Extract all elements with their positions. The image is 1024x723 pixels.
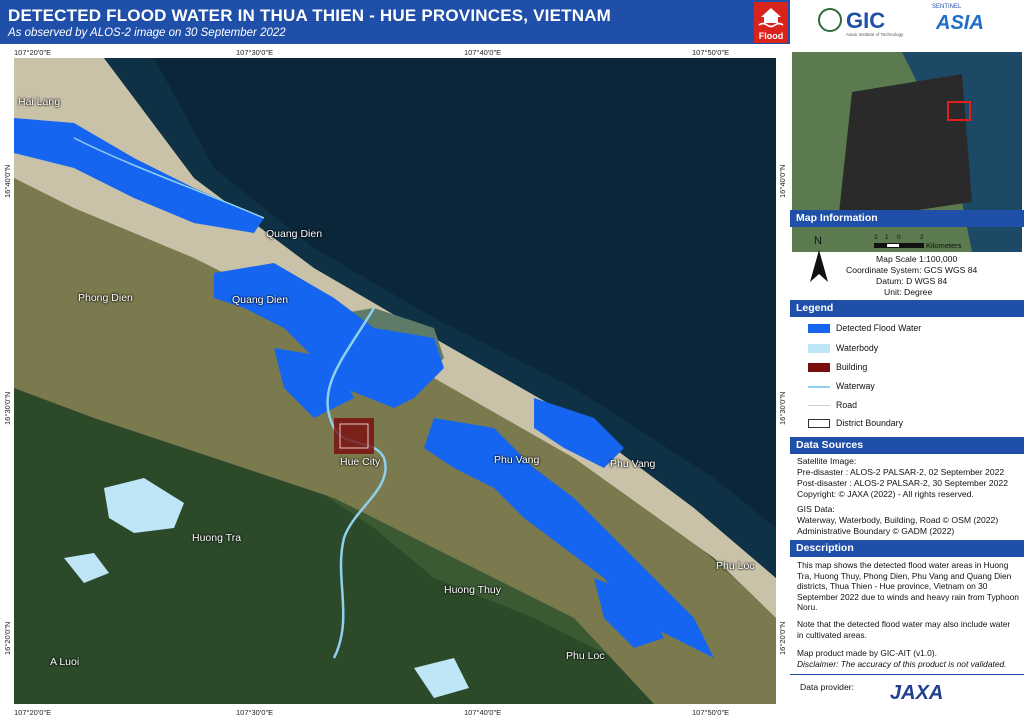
scale-tick-1: 2 — [874, 234, 878, 241]
legend-item-flood: Detected Flood Water — [808, 322, 1018, 336]
scale-tick-3: 0 — [897, 234, 901, 241]
label-huong-thuy: Huong Thuy — [444, 584, 502, 596]
jaxa-logo: JAXA — [890, 682, 944, 704]
label-phu-vang-2: Phu Vang — [610, 458, 656, 470]
label-phu-loc-2: Phu Loc — [566, 650, 605, 662]
coord-left-3: 16°20'0"N — [3, 621, 12, 655]
coord-left-1: 16°40'0"N — [3, 164, 12, 198]
coord-bottom-4: 107°50'0"E — [692, 708, 730, 717]
legend-item-waterbody: Waterbody — [808, 342, 1018, 356]
legend-label-road: Road — [836, 400, 858, 410]
data-source-line-2: Pre-disaster : ALOS-2 PALSAR-2, 02 Septe… — [797, 467, 1005, 477]
scale-bar: 2 1 0 2 Kilometers — [874, 234, 1014, 254]
description-header: Description — [790, 540, 1024, 557]
main-map[interactable]: Hai Lang Quang Dien Quang Dien Phong Die… — [14, 58, 776, 704]
coord-bottom-3: 107°40'0"E — [464, 708, 502, 717]
legend-label-flood: Detected Flood Water — [836, 323, 922, 333]
flood-house-icon — [758, 8, 784, 28]
legend-label-waterway: Waterway — [836, 381, 875, 391]
data-source-line-6: GIS Data: — [797, 504, 835, 514]
legend-label-district-boundary: District Boundary — [836, 418, 903, 428]
map-canvas — [14, 58, 776, 704]
description-para-1: This map shows the detected flood water … — [797, 560, 1019, 613]
legend-swatch-building — [808, 363, 830, 372]
flood-badge: Flood — [754, 2, 788, 43]
logo-bar: GIC Asian Institute of Technology SENTIN… — [792, 0, 1024, 44]
label-phong-dien: Phong Dien — [78, 292, 133, 304]
data-source-line-8: Administrative Boundary © GADM (2022) — [797, 526, 955, 536]
disclaimer: Disclaimer: The accuracy of this product… — [797, 659, 1007, 669]
gic-logo-text: GIC — [846, 8, 886, 33]
datum: Datum: D WGS 84 — [876, 276, 948, 286]
coord-top-4: 107°50'0"E — [692, 48, 730, 57]
legend-title: Legend — [796, 302, 834, 314]
data-source-line-3: Post-disaster : ALOS-2 PALSAR-2, 30 Sept… — [797, 478, 1008, 488]
map-title: DETECTED FLOOD WATER IN THUA THIEN - HUE… — [8, 6, 612, 25]
data-sources-header: Data Sources — [790, 437, 1024, 454]
data-source-line-7: Waterway, Waterbody, Building, Road © OS… — [797, 515, 999, 525]
label-a-luoi: A Luoi — [50, 656, 80, 668]
label-huong-tra: Huong Tra — [192, 532, 242, 544]
coord-right-2: 16°30'0"N — [778, 391, 787, 425]
label-phu-vang-1: Phu Vang — [494, 454, 540, 466]
unit: Unit: Degree — [884, 287, 933, 297]
scale-tick-2: 1 — [885, 234, 889, 241]
coord-top-3: 107°40'0"E — [464, 48, 502, 57]
legend-item-road: Road — [808, 399, 1018, 413]
panel-divider — [790, 674, 1024, 675]
gic-logo-subtext: Asian Institute of Technology — [846, 32, 904, 37]
legend-swatch-district-boundary — [808, 419, 830, 428]
coord-top-1: 107°20'0"E — [14, 48, 52, 57]
coord-left-2: 16°30'0"N — [3, 391, 12, 425]
map-subtitle: As observed by ALOS-2 image on 30 Septem… — [8, 27, 286, 39]
data-source-line-4: Copyright: © JAXA (2022) - All rights re… — [797, 489, 974, 499]
description-para-3: Map product made by GIC-AIT (v1.0). — [797, 648, 937, 658]
map-header: DETECTED FLOOD WATER IN THUA THIEN - HUE… — [0, 0, 790, 44]
map-information-title: Map Information — [796, 212, 878, 224]
info-panel: Map Information N 2 1 0 2 Kilometers Map… — [790, 44, 1024, 723]
gic-logo: GIC Asian Institute of Technology — [818, 6, 918, 38]
coord-bottom-1: 107°20'0"E — [14, 708, 52, 717]
legend-swatch-road — [808, 405, 830, 406]
legend-item-waterway: Waterway — [808, 380, 1018, 394]
sentinel-asia-logo: SENTINEL ASIA — [932, 4, 992, 40]
coord-right-3: 16°20'0"N — [778, 621, 787, 655]
scale-unit: Kilometers — [926, 241, 962, 250]
data-sources-title: Data Sources — [796, 439, 864, 451]
sentinel-logo-top: SENTINEL — [932, 4, 962, 10]
coord-top-2: 107°30'0"E — [236, 48, 274, 57]
data-provider-label: Data provider: — [800, 682, 854, 692]
label-hue-city: Hue City — [340, 456, 381, 468]
sentinel-logo-text: ASIA — [936, 12, 984, 34]
legend-label-waterbody: Waterbody — [836, 343, 879, 353]
description-para-2: Note that the detected flood water may a… — [797, 619, 1011, 640]
legend-swatch-waterway — [808, 386, 830, 388]
scale-bar-graphic — [874, 243, 924, 248]
map-information-header: Map Information — [790, 210, 1024, 227]
coordinate-system: Coordinate System: GCS WGS 84 — [846, 265, 978, 275]
legend-item-district-boundary: District Boundary — [808, 417, 1018, 431]
north-label: N — [814, 235, 822, 247]
flood-badge-label: Flood — [758, 31, 784, 41]
legend-swatch-flood — [808, 324, 830, 333]
coord-bottom-2: 107°30'0"E — [236, 708, 274, 717]
data-source-line-1: Satellite Image: — [797, 456, 857, 466]
label-phu-loc-1: Phu Loc — [716, 560, 755, 572]
description-title: Description — [796, 542, 854, 554]
scale-tick-4: 2 — [920, 234, 924, 241]
legend-header: Legend — [790, 300, 1024, 317]
label-quang-dien-1: Quang Dien — [266, 228, 323, 240]
coord-right-1: 16°40'0"N — [778, 164, 787, 198]
legend-item-building: Building — [808, 361, 1018, 375]
label-quang-dien-2: Quang Dien — [232, 294, 289, 306]
inset-satellite-footprint — [838, 74, 972, 222]
legend-label-building: Building — [836, 362, 868, 372]
map-scale: Map Scale 1:100,000 — [876, 254, 958, 264]
ait-emblem-icon — [818, 8, 842, 32]
label-hai-lang: Hai Lang — [18, 96, 61, 108]
legend-swatch-waterbody — [808, 344, 830, 353]
